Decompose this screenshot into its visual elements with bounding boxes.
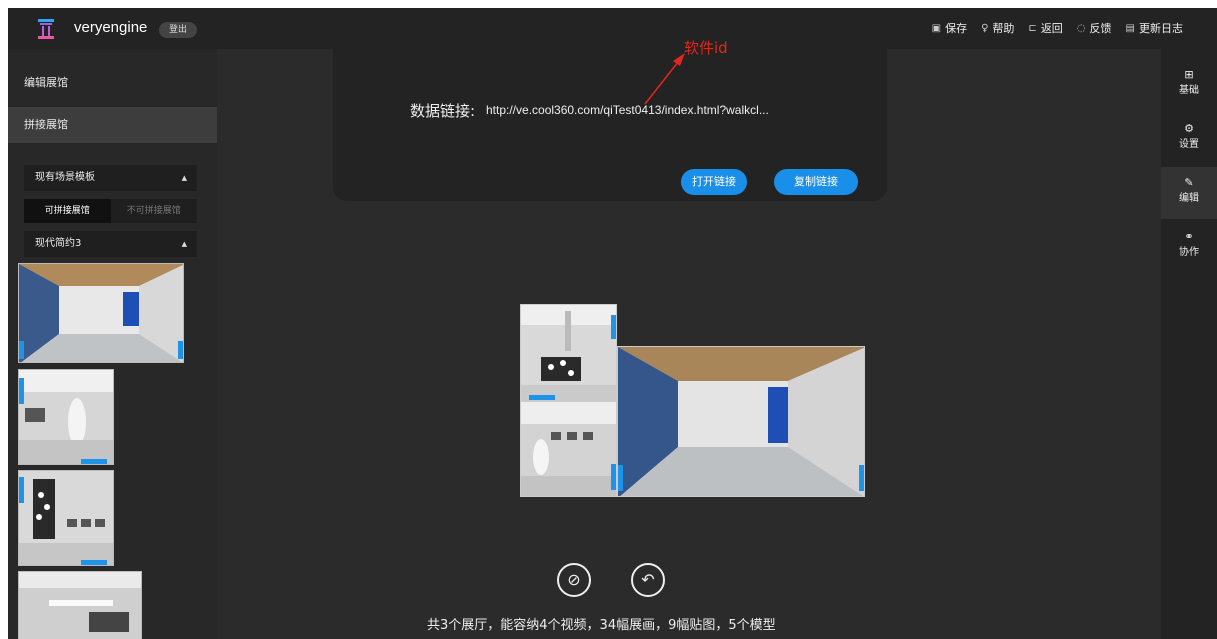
changelog-link[interactable]: ▤ 更新日志 — [1126, 20, 1183, 36]
save-icon: ▣ — [931, 22, 942, 34]
feedback-icon: ◌ — [1076, 22, 1086, 34]
lobby-image — [19, 264, 183, 362]
main-canvas: 数据链接: http://ve.cool360.com/qiTest0413/i… — [217, 39, 1161, 639]
preview-marker — [611, 464, 616, 490]
preview-marker — [859, 465, 864, 491]
help-icon: ♀ — [981, 22, 989, 34]
basic-icon: ⊞ — [1184, 68, 1194, 81]
caret-up-icon: ▲ — [181, 240, 187, 248]
lobby-image — [618, 347, 864, 496]
style-dropdown-label: 现代简约3 — [35, 238, 82, 249]
tool-collab-label: 协作 — [1179, 247, 1199, 258]
tool-basic-label: 基础 — [1179, 85, 1199, 96]
right-toolbar: ⊞ 基础 ⚙ 设置 ✎ 编辑 ⚭ 协作 — [1161, 49, 1217, 639]
thumbnail-marker — [178, 341, 183, 359]
back-link[interactable]: ⊏ 返回 — [1028, 20, 1062, 36]
left-sidebar: 编辑展馆 拼接展馆 现有场景模板 ▲ 可拼接展馆 不可拼接展馆 现代简约3 ▲ — [8, 49, 217, 639]
preview-hall-1[interactable] — [520, 304, 617, 401]
hall-thumbnail-gallery-3[interactable] — [18, 571, 142, 639]
thumbnail-marker — [19, 378, 24, 404]
style-dropdown[interactable]: 现代简约3 ▲ — [24, 231, 197, 257]
edit-icon: ✎ — [1184, 176, 1194, 189]
gallery-image — [19, 572, 141, 639]
preview-marker — [618, 465, 623, 491]
caret-up-icon: ▲ — [181, 174, 187, 182]
template-dropdown[interactable]: 现有场景模板 ▲ — [24, 165, 197, 191]
help-link[interactable]: ♀ 帮助 — [981, 20, 1014, 36]
hall-thumbnail-lobby[interactable] — [18, 263, 184, 363]
gallery-image — [19, 471, 113, 565]
tool-edit-label: 编辑 — [1179, 193, 1199, 204]
brand-name: veryengine — [74, 19, 148, 36]
tool-settings-label: 设置 — [1179, 139, 1199, 150]
back-arrow-icon: ↶ — [641, 570, 655, 589]
thumbnail-marker — [19, 341, 24, 359]
template-dropdown-label: 现有场景模板 — [35, 172, 95, 183]
tool-edit[interactable]: ✎ 编辑 — [1161, 167, 1217, 219]
nav-edit-hall[interactable]: 编辑展馆 — [8, 65, 217, 101]
top-bar: veryengine 登出 ▣ 保存 ♀ 帮助 ⊏ 返回 ◌ 反馈 ▤ 更新日志 — [8, 8, 1217, 49]
feedback-link[interactable]: ◌ 反馈 — [1077, 20, 1112, 36]
gallery-image — [521, 402, 616, 496]
hall-type-tabs: 可拼接展馆 不可拼接展馆 — [24, 199, 197, 223]
preview-hall-2[interactable] — [520, 401, 617, 497]
annotation-software-id: 软件id — [684, 39, 728, 57]
tab-spliceable[interactable]: 可拼接展馆 — [24, 199, 111, 223]
thumbnail-marker — [81, 459, 107, 464]
logout-button[interactable]: 登出 — [159, 22, 197, 38]
back-label: 返回 — [1040, 22, 1063, 35]
help-label: 帮助 — [992, 22, 1015, 35]
capacity-summary: 共3个展厅，能容纳4个视频，34幅展画，9幅贴图，5个模型 — [427, 618, 776, 633]
tab-not-spliceable[interactable]: 不可拼接展馆 — [111, 199, 198, 223]
collab-icon: ⚭ — [1184, 230, 1194, 243]
tool-collab[interactable]: ⚭ 协作 — [1161, 221, 1217, 273]
gallery-image — [19, 370, 113, 464]
annotation-arrow — [644, 53, 685, 105]
preview-marker — [611, 315, 616, 339]
changelog-label: 更新日志 — [1139, 22, 1183, 35]
feedback-label: 反馈 — [1089, 22, 1112, 35]
undo-button[interactable]: ↶ — [631, 563, 665, 597]
gallery-image — [521, 305, 616, 400]
preview-marker — [529, 395, 555, 400]
header-actions: ▣ 保存 ♀ 帮助 ⊏ 返回 ◌ 反馈 ▤ 更新日志 — [932, 20, 1183, 36]
preview-hall-main[interactable] — [617, 346, 865, 497]
back-icon: ⊏ — [1028, 22, 1037, 34]
veryengine-logo-icon — [38, 19, 54, 39]
thumbnail-marker — [19, 477, 24, 503]
auto-splice-button[interactable]: ⊘ — [557, 563, 591, 597]
tool-basic[interactable]: ⊞ 基础 — [1161, 59, 1217, 111]
hall-thumbnail-gallery-1[interactable] — [18, 369, 114, 465]
tool-settings[interactable]: ⚙ 设置 — [1161, 113, 1217, 165]
settings-icon: ⚙ — [1184, 122, 1194, 135]
save-label: 保存 — [945, 22, 968, 35]
splice-icon: ⊘ — [567, 570, 581, 589]
nav-splice-hall[interactable]: 拼接展馆 — [8, 107, 217, 143]
save-link[interactable]: ▣ 保存 — [932, 20, 967, 36]
hall-thumbnail-gallery-2[interactable] — [18, 470, 114, 566]
thumbnail-marker — [81, 560, 107, 565]
changelog-icon: ▤ — [1125, 22, 1135, 34]
